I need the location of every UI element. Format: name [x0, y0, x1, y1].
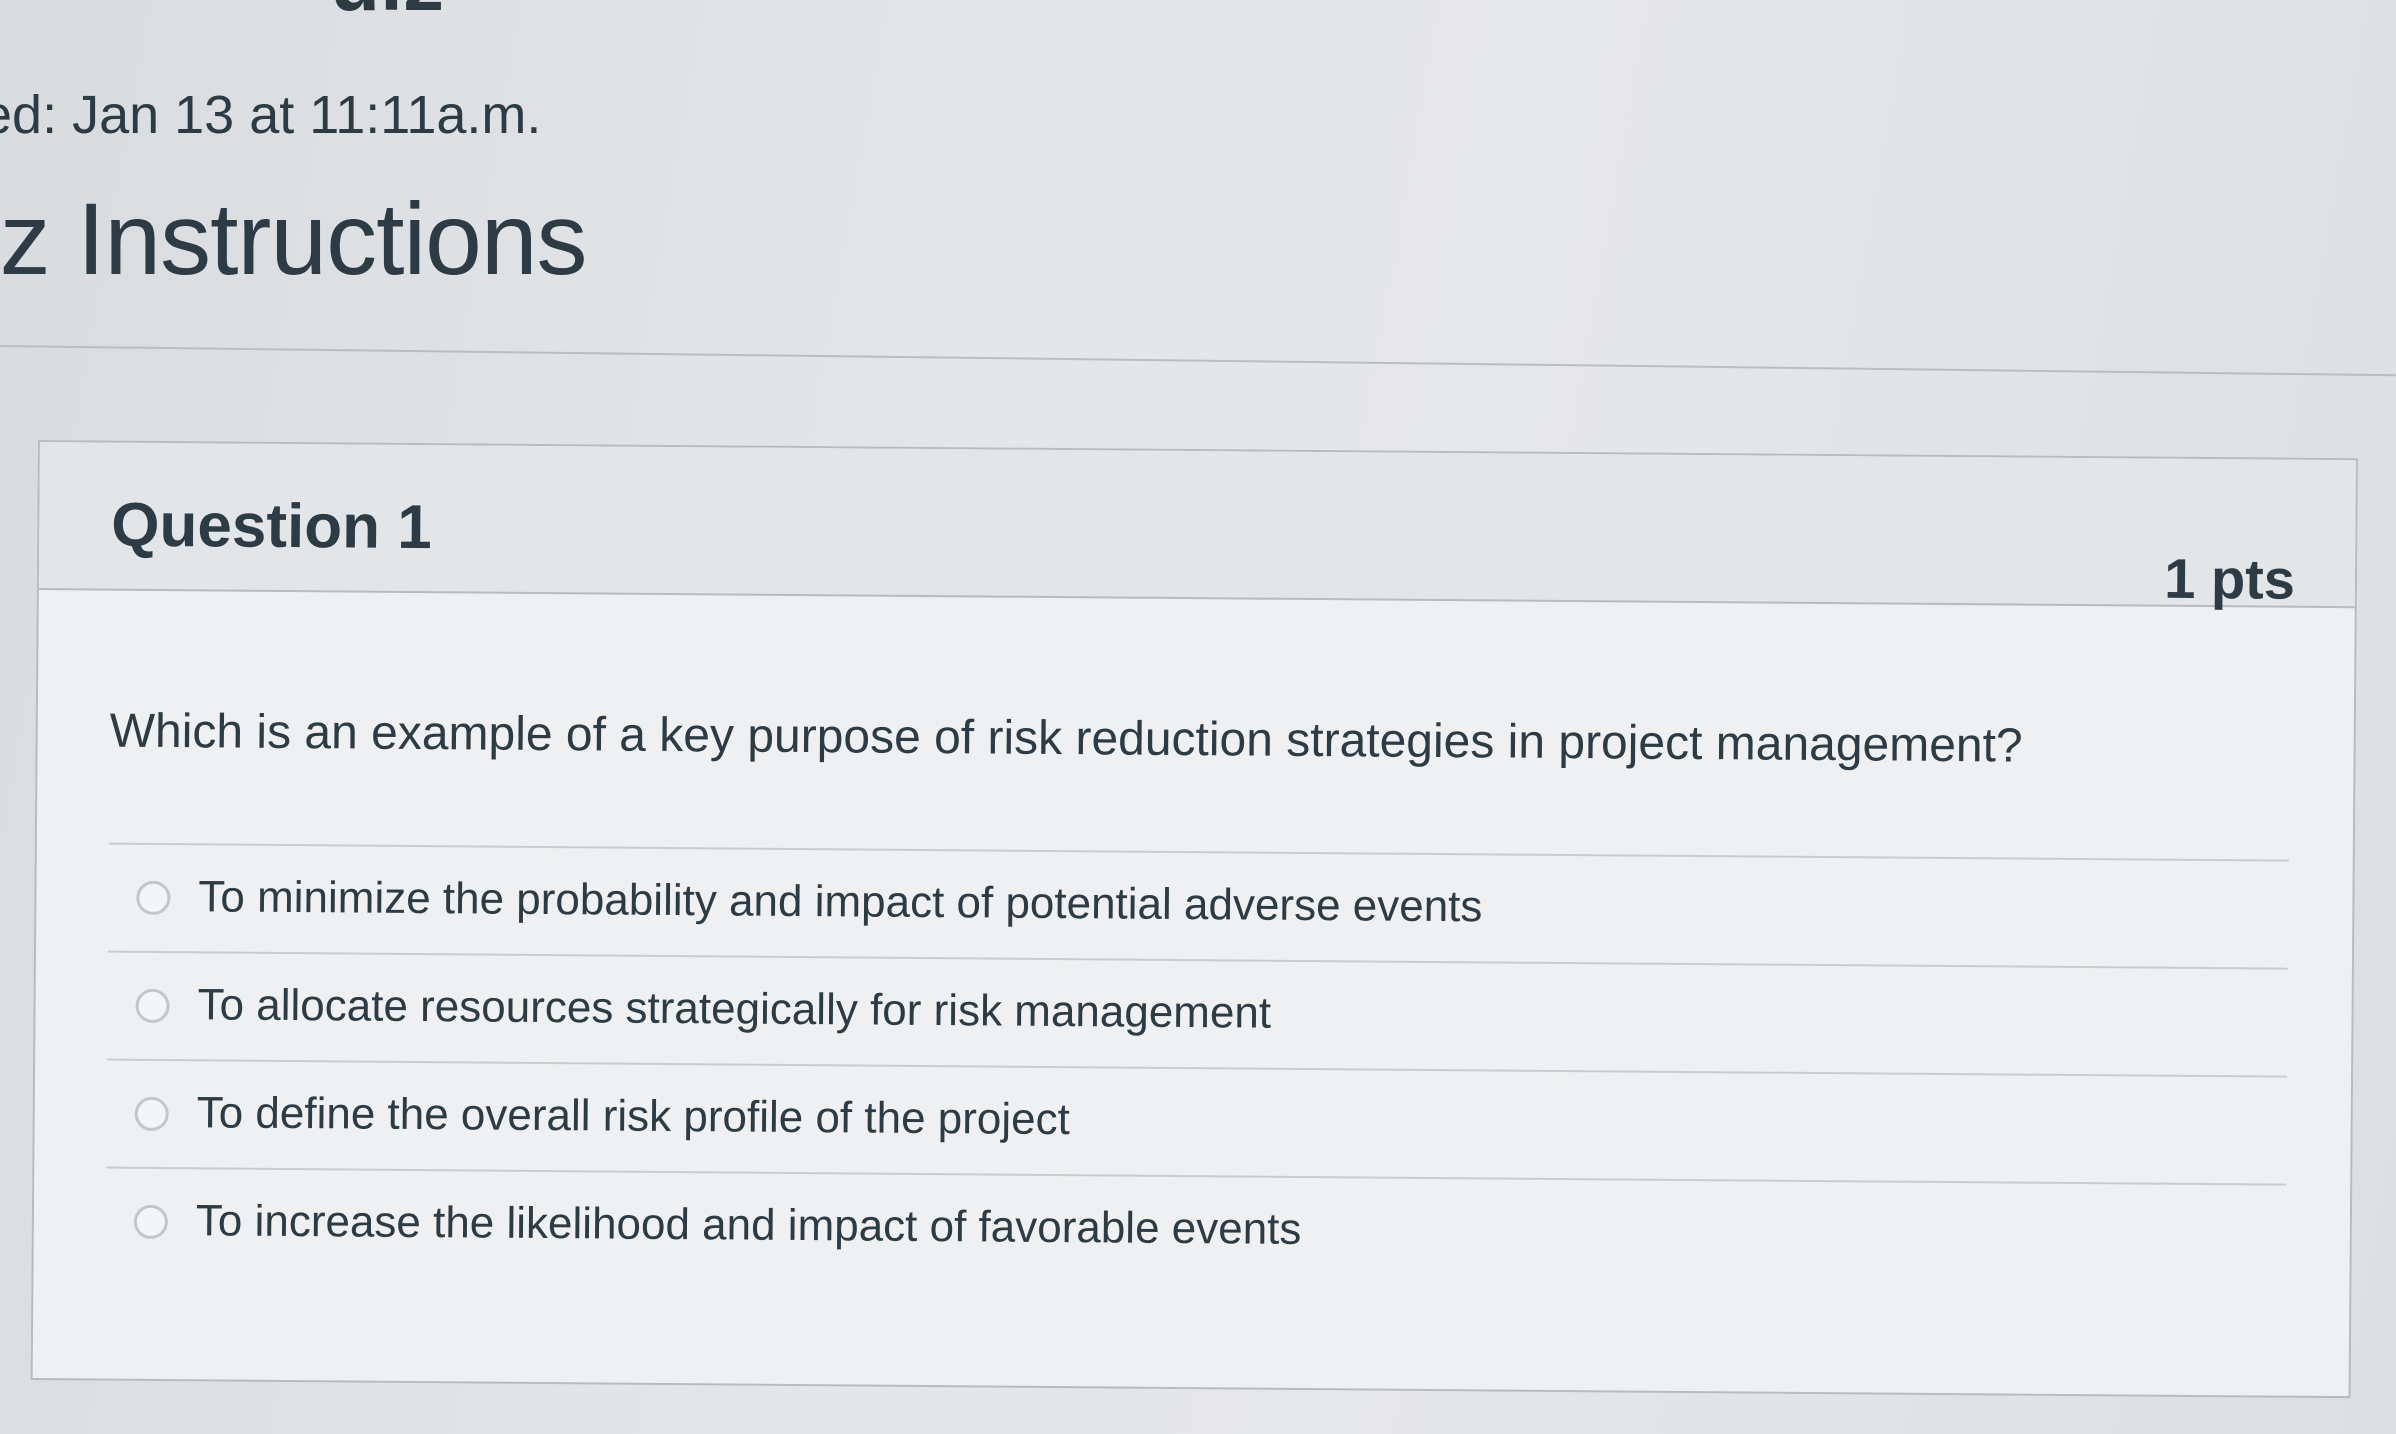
question-header: Question 1 1 pts: [38, 442, 2356, 611]
radio-button[interactable]: [135, 988, 170, 1024]
quiz-instructions-heading: iz Instructions: [0, 182, 588, 296]
quiz-page: uiz ed: Jan 13 at 11:11a.m. iz Instructi…: [0, 0, 2396, 1434]
answer-label[interactable]: To allocate resources strategically for …: [197, 980, 1271, 1038]
quiz-title: uiz: [330, 0, 444, 24]
answer-label[interactable]: To minimize the probability and impact o…: [198, 872, 1482, 931]
radio-button[interactable]: [133, 1204, 168, 1240]
answer-list: To minimize the probability and impact o…: [105, 842, 2289, 1292]
question-text: Which is an example of a key purpose of …: [109, 704, 2023, 773]
question-points: 1 pts: [2164, 546, 2296, 611]
section-divider: [0, 345, 2396, 377]
question-title: Question 1: [111, 490, 432, 563]
radio-button[interactable]: [136, 880, 171, 916]
quiz-started-timestamp: ed: Jan 13 at 11:11a.m.: [0, 85, 542, 145]
radio-button[interactable]: [134, 1096, 169, 1132]
answer-label[interactable]: To define the overall risk profile of th…: [197, 1088, 1070, 1144]
answer-option[interactable]: To increase the likelihood and impact of…: [105, 1166, 2287, 1292]
answer-option[interactable]: To minimize the probability and impact o…: [107, 842, 2289, 968]
answer-option[interactable]: To define the overall risk profile of th…: [106, 1058, 2288, 1184]
answer-option[interactable]: To allocate resources strategically for …: [107, 950, 2288, 1076]
question-card: Question 1 1 pts Which is an example of …: [30, 440, 2358, 1399]
answer-label[interactable]: To increase the likelihood and impact of…: [196, 1196, 1302, 1254]
